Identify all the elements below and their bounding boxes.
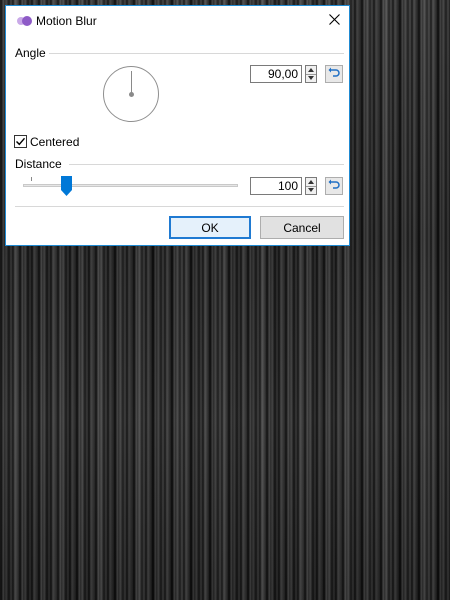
angle-dial-center	[129, 92, 134, 97]
ok-button[interactable]: OK	[169, 216, 251, 239]
distance-label: Distance	[15, 157, 62, 171]
angle-spinner[interactable]	[305, 65, 317, 83]
angle-reset-button[interactable]	[325, 65, 343, 83]
motion-blur-dialog: Motion Blur Angle 90,00 Centered Distanc…	[5, 5, 350, 246]
dialog-title: Motion Blur	[36, 14, 97, 28]
checkmark-icon	[15, 136, 26, 150]
angle-dial[interactable]	[103, 66, 159, 122]
angle-separator	[49, 53, 344, 54]
distance-slider-thumb[interactable]	[60, 176, 72, 196]
cancel-button[interactable]: Cancel	[260, 216, 344, 239]
undo-icon	[328, 67, 340, 82]
title-bar[interactable]: Motion Blur	[6, 6, 349, 36]
centered-checkbox[interactable]	[14, 135, 27, 148]
slider-tick	[31, 177, 32, 181]
undo-icon	[328, 179, 340, 194]
motion-blur-icon	[16, 15, 34, 27]
close-icon	[328, 14, 340, 28]
distance-separator	[69, 164, 344, 165]
close-button[interactable]	[319, 6, 349, 36]
chevron-down-icon[interactable]	[306, 186, 316, 194]
buttons-separator	[15, 206, 344, 207]
distance-spinner[interactable]	[305, 177, 317, 195]
angle-input[interactable]	[250, 65, 302, 83]
distance-slider-track[interactable]	[23, 184, 238, 187]
distance-input[interactable]	[250, 177, 302, 195]
centered-label[interactable]: Centered	[30, 135, 79, 149]
distance-reset-button[interactable]	[325, 177, 343, 195]
chevron-down-icon[interactable]	[306, 74, 316, 82]
angle-label: Angle	[15, 46, 46, 60]
